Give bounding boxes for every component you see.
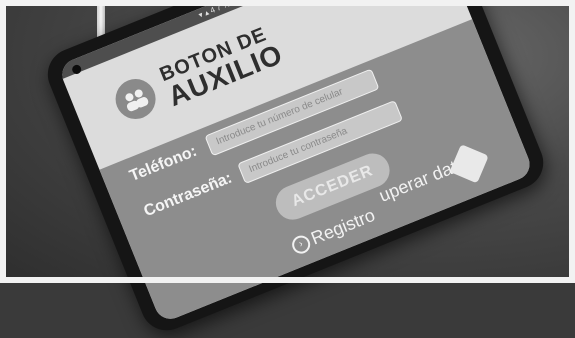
app-title: BOTON DE AUXILIO (157, 21, 288, 112)
smartphone: ▾ ▴ 4 7 % BOTON DE AUXILIO Teléfono: Int… (40, 0, 552, 338)
logo-people-icon (109, 73, 162, 126)
status-text: ▾ ▴ 4 7 % (197, 0, 232, 20)
